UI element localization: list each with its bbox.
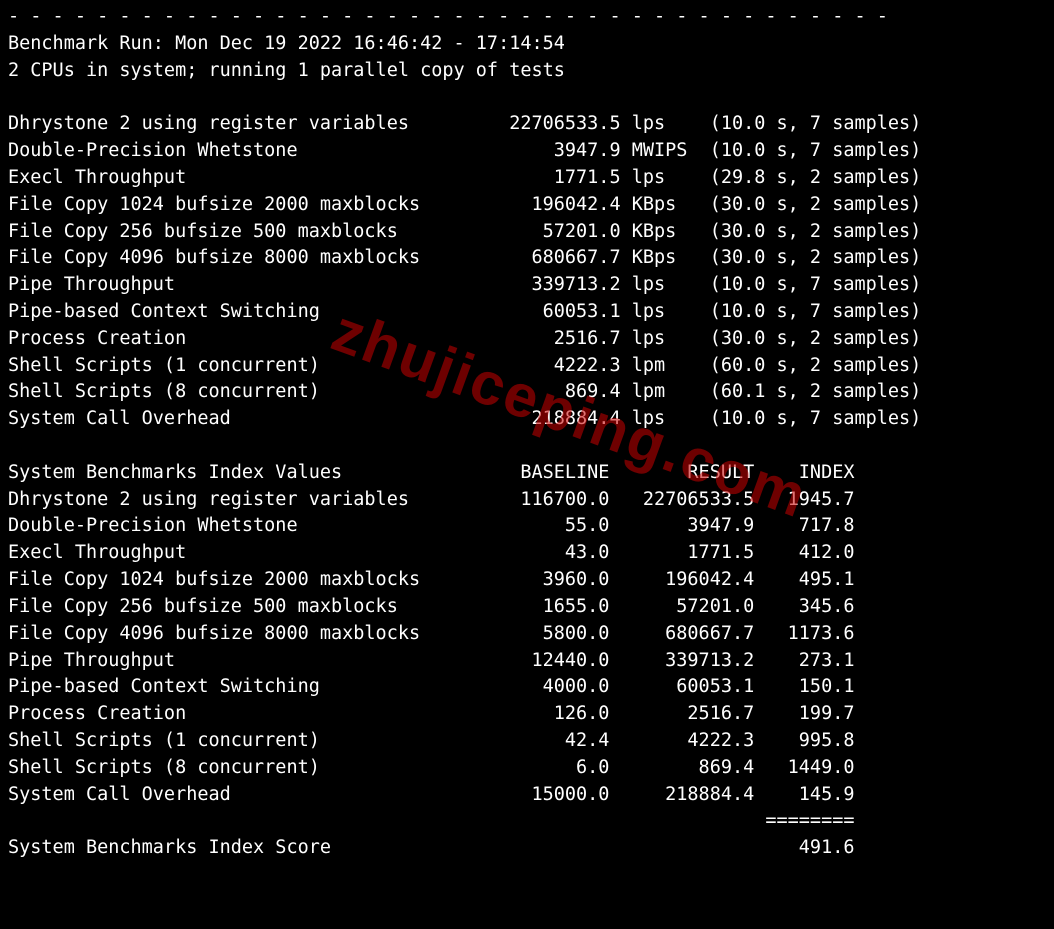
terminal-output: - - - - - - - - - - - - - - - - - - - - … [0,0,1054,872]
